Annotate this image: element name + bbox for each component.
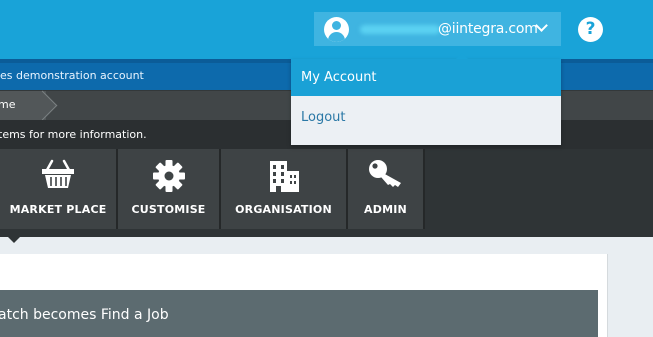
account-dropdown: My Account Logout (291, 53, 561, 145)
user-menu-toggle[interactable]: @iintegra.com (314, 12, 561, 46)
news-card: atch becomes Find a Job (0, 290, 598, 337)
menu-item-label: My Account (301, 70, 377, 85)
breadcrumb-home[interactable]: me (0, 90, 58, 121)
banner-text: es demonstration account (0, 69, 144, 82)
key-icon (368, 160, 401, 187)
module-tiles: MARKET PLACE CUSTOMISE ORGANISATION ADMI… (0, 149, 653, 229)
tile-label: ADMIN (364, 203, 407, 216)
news-card-title: atch becomes Find a Job (0, 307, 169, 323)
menu-item-my-account[interactable]: My Account (291, 59, 561, 96)
tile-market-place[interactable]: MARKET PLACE (0, 149, 118, 229)
info-text: tems for more information. (0, 128, 147, 141)
menu-item-label: Logout (301, 110, 346, 125)
top-header: @iintegra.com ? (0, 0, 653, 59)
gear-icon (152, 160, 185, 192)
basket-icon (42, 159, 74, 188)
breadcrumb-separator (27, 90, 58, 121)
user-email-domain: @iintegra.com (438, 21, 538, 37)
active-tile-pointer (0, 229, 28, 243)
tiles-bottom-edge (0, 229, 653, 243)
tile-customise[interactable]: CUSTOMISE (118, 149, 221, 229)
menu-item-logout[interactable]: Logout (291, 99, 561, 136)
tile-organisation[interactable]: ORGANISATION (221, 149, 348, 229)
buildings-icon (269, 161, 299, 192)
user-avatar-icon (324, 17, 349, 42)
redacted-email-name (360, 25, 440, 34)
breadcrumb-home-label: me (0, 98, 16, 111)
tile-label: MARKET PLACE (9, 203, 107, 216)
tile-label: ORGANISATION (235, 203, 332, 216)
tile-admin[interactable]: ADMIN (348, 149, 425, 229)
help-icon[interactable]: ? (578, 17, 603, 42)
tile-label: CUSTOMISE (131, 203, 206, 216)
